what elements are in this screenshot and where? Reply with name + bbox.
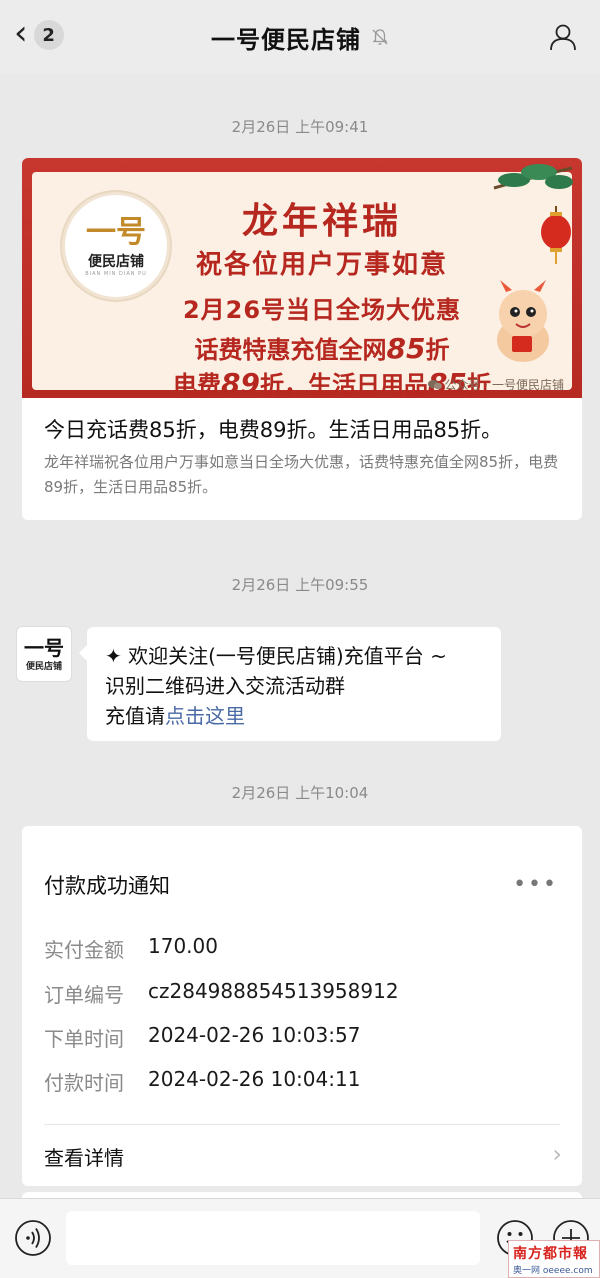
chat-title: 一号便民店铺 — [211, 25, 361, 54]
banner-text: 折，生活日用品 — [260, 371, 428, 399]
avatar-main-text: 一号 — [24, 635, 64, 660]
row-value: 170.00 — [148, 934, 218, 958]
message-line: 识别二维码进入交流活动群 — [105, 674, 345, 698]
article-description: 龙年祥瑞祝各位用户万事如意当日全场大优惠，话费特惠充值全网85折，电费89折，生… — [44, 453, 559, 496]
row-value: 2024-02-26 10:03:57 — [148, 1023, 361, 1047]
person-icon[interactable] — [548, 22, 578, 52]
message-line: 充值请点击这里 — [105, 701, 483, 731]
payment-row-pay-time: 付款时间 2024-02-26 10:04:11 — [44, 1067, 360, 1096]
wechat-icon — [427, 380, 442, 390]
timestamp: 2月26日 上午10:04 — [231, 784, 369, 802]
banner-promo-date: 2月26号当日全场大优惠 — [182, 296, 462, 324]
back-button[interactable]: ‹ 2 — [14, 16, 64, 50]
row-label: 下单时间 — [44, 1027, 124, 1051]
chevron-left-icon: ‹ — [14, 13, 28, 53]
more-options-icon[interactable]: ••• — [513, 872, 558, 897]
banner-headline: 龙年祥瑞 — [241, 201, 402, 242]
payment-notification-card[interactable]: 付款成功通知 ••• 实付金额 170.00 订单编号 cz2849888545… — [22, 826, 582, 1186]
row-label: 付款时间 — [44, 1071, 124, 1095]
row-value: 2024-02-26 10:04:11 — [148, 1067, 361, 1091]
logo-pinyin: BIAN MIN DIAN PU — [85, 270, 147, 277]
payment-row-order-number: 订单编号 cz284988854513958912 — [44, 979, 399, 1008]
banner-number: 89 — [221, 367, 260, 400]
row-label: 订单编号 — [44, 983, 124, 1007]
watermark-title: 南方都市報 — [513, 1246, 588, 1262]
message-bubble[interactable]: ✦ 欢迎关注(一号便民店铺)充值平台 ~ 识别二维码进入交流活动群 充值请点击这… — [79, 627, 501, 741]
chevron-right-icon: › — [552, 1140, 562, 1168]
avatar-sub-text: 便民店铺 — [25, 661, 62, 672]
top-bar: ‹ 2 一号便民店铺 — [0, 0, 600, 74]
watermark-subtitle: 奥一网 oeeee.com — [513, 1266, 593, 1276]
logo-main-text: 一号 — [86, 214, 146, 250]
payment-row-amount: 实付金额 170.00 — [44, 934, 218, 963]
banner-watermark-text: 公众号 · 一号便民店铺 — [444, 378, 564, 392]
bell-off-icon — [372, 29, 388, 45]
newspaper-watermark: 南方都市報 奥一网 oeeee.com — [508, 1240, 600, 1278]
article-banner: 一号 便民店铺 BIAN MIN DIAN PU 龙年祥瑞 祝各位用户万事如意 … — [22, 158, 582, 400]
banner-watermark: 公众号 · 一号便民店铺 — [427, 376, 564, 393]
dragon-mascot-icon — [497, 280, 549, 362]
message-input[interactable] — [66, 1211, 480, 1265]
article-card[interactable]: 一号 便民店铺 BIAN MIN DIAN PU 龙年祥瑞 祝各位用户万事如意 … — [22, 158, 582, 520]
banner-text: 话费特惠充值全网 — [194, 336, 387, 364]
banner-greeting: 祝各位用户万事如意 — [195, 250, 448, 280]
sender-avatar[interactable]: 一号 便民店铺 — [16, 626, 72, 682]
payment-row-order-time: 下单时间 2024-02-26 10:03:57 — [44, 1023, 360, 1052]
payment-card-title: 付款成功通知 — [44, 874, 170, 898]
timestamp: 2月26日 上午09:41 — [231, 118, 369, 136]
row-label: 实付金额 — [44, 938, 124, 962]
banner-phone-discount: 话费特惠充值全网85折 — [152, 330, 492, 365]
message-text: 充值请 — [105, 704, 165, 728]
article-title[interactable]: 今日充话费85折，电费89折。生活日用品85折。 — [44, 414, 582, 444]
title-area: 一号便民店铺 — [211, 20, 389, 55]
lantern-icon — [541, 206, 571, 264]
view-details-link[interactable]: 查看详情 — [44, 1142, 124, 1171]
banner-number: 85 — [386, 332, 426, 365]
divider — [44, 1124, 560, 1125]
row-value: cz284988854513958912 — [148, 979, 399, 1003]
banner-text: 电费 — [173, 371, 222, 399]
timestamp: 2月26日 上午09:55 — [231, 576, 369, 594]
click-here-link[interactable]: 点击这里 — [165, 704, 245, 728]
logo-sub-text: 便民店铺 — [88, 253, 144, 270]
voice-icon[interactable] — [14, 1219, 52, 1257]
message-line: ✦ 欢迎关注(一号便民店铺)充值平台 ~ — [105, 644, 447, 668]
unread-count-badge: 2 — [33, 20, 64, 50]
banner-text: 折 — [425, 336, 450, 364]
